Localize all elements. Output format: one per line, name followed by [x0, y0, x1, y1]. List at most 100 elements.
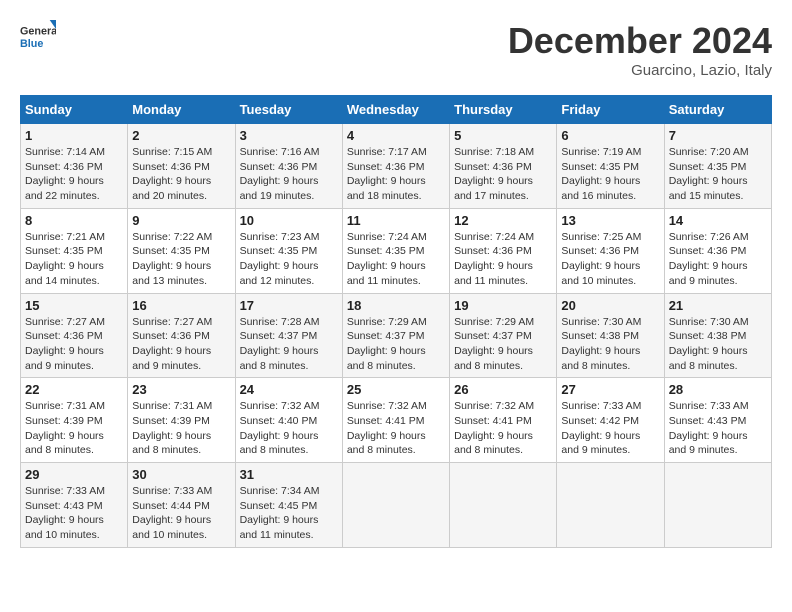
day-number: 22 — [25, 382, 123, 397]
day-number: 17 — [240, 298, 338, 313]
day-info: Sunrise: 7:17 AM Sunset: 4:36 PM Dayligh… — [347, 145, 445, 204]
sunset-label: Sunset: 4:40 PM — [240, 415, 318, 427]
day-info: Sunrise: 7:16 AM Sunset: 4:36 PM Dayligh… — [240, 145, 338, 204]
day-number: 6 — [561, 128, 659, 143]
calendar-day-cell — [342, 463, 449, 548]
day-number: 15 — [25, 298, 123, 313]
day-info: Sunrise: 7:22 AM Sunset: 4:35 PM Dayligh… — [132, 230, 230, 289]
sunrise-label: Sunrise: 7:27 AM — [132, 316, 212, 328]
daylight-label: Daylight: 9 hours and 19 minutes. — [240, 175, 319, 202]
sunrise-label: Sunrise: 7:32 AM — [240, 400, 320, 412]
daylight-label: Daylight: 9 hours and 10 minutes. — [25, 514, 104, 541]
sunset-label: Sunset: 4:36 PM — [132, 330, 210, 342]
calendar-day-cell: 27 Sunrise: 7:33 AM Sunset: 4:42 PM Dayl… — [557, 378, 664, 463]
day-number: 23 — [132, 382, 230, 397]
calendar-day-cell: 13 Sunrise: 7:25 AM Sunset: 4:36 PM Dayl… — [557, 208, 664, 293]
location: Guarcino, Lazio, Italy — [508, 62, 772, 79]
day-number: 7 — [669, 128, 767, 143]
day-number: 9 — [132, 213, 230, 228]
calendar-week-row: 22 Sunrise: 7:31 AM Sunset: 4:39 PM Dayl… — [21, 378, 772, 463]
day-number: 26 — [454, 382, 552, 397]
sunset-label: Sunset: 4:36 PM — [347, 161, 425, 173]
weekday-header: Saturday — [664, 96, 771, 124]
day-number: 13 — [561, 213, 659, 228]
sunrise-label: Sunrise: 7:29 AM — [454, 316, 534, 328]
sunrise-label: Sunrise: 7:30 AM — [669, 316, 749, 328]
sunset-label: Sunset: 4:38 PM — [669, 330, 747, 342]
sunset-label: Sunset: 4:36 PM — [454, 161, 532, 173]
day-info: Sunrise: 7:14 AM Sunset: 4:36 PM Dayligh… — [25, 145, 123, 204]
day-number: 28 — [669, 382, 767, 397]
day-info: Sunrise: 7:27 AM Sunset: 4:36 PM Dayligh… — [25, 315, 123, 374]
day-info: Sunrise: 7:33 AM Sunset: 4:43 PM Dayligh… — [25, 484, 123, 543]
calendar-day-cell: 14 Sunrise: 7:26 AM Sunset: 4:36 PM Dayl… — [664, 208, 771, 293]
sunrise-label: Sunrise: 7:33 AM — [132, 485, 212, 497]
day-info: Sunrise: 7:21 AM Sunset: 4:35 PM Dayligh… — [25, 230, 123, 289]
sunset-label: Sunset: 4:38 PM — [561, 330, 639, 342]
daylight-label: Daylight: 9 hours and 9 minutes. — [561, 430, 640, 457]
daylight-label: Daylight: 9 hours and 14 minutes. — [25, 260, 104, 287]
calendar-day-cell: 5 Sunrise: 7:18 AM Sunset: 4:36 PM Dayli… — [450, 124, 557, 209]
sunset-label: Sunset: 4:42 PM — [561, 415, 639, 427]
calendar-day-cell — [450, 463, 557, 548]
daylight-label: Daylight: 9 hours and 8 minutes. — [240, 430, 319, 457]
sunrise-label: Sunrise: 7:28 AM — [240, 316, 320, 328]
weekday-header: Friday — [557, 96, 664, 124]
day-info: Sunrise: 7:31 AM Sunset: 4:39 PM Dayligh… — [25, 399, 123, 458]
calendar-day-cell: 9 Sunrise: 7:22 AM Sunset: 4:35 PM Dayli… — [128, 208, 235, 293]
calendar-day-cell: 11 Sunrise: 7:24 AM Sunset: 4:35 PM Dayl… — [342, 208, 449, 293]
sunset-label: Sunset: 4:36 PM — [240, 161, 318, 173]
calendar-day-cell — [664, 463, 771, 548]
calendar-day-cell: 21 Sunrise: 7:30 AM Sunset: 4:38 PM Dayl… — [664, 293, 771, 378]
day-number: 27 — [561, 382, 659, 397]
sunset-label: Sunset: 4:41 PM — [454, 415, 532, 427]
sunrise-label: Sunrise: 7:34 AM — [240, 485, 320, 497]
day-number: 4 — [347, 128, 445, 143]
day-number: 11 — [347, 213, 445, 228]
daylight-label: Daylight: 9 hours and 18 minutes. — [347, 175, 426, 202]
calendar-day-cell: 29 Sunrise: 7:33 AM Sunset: 4:43 PM Dayl… — [21, 463, 128, 548]
daylight-label: Daylight: 9 hours and 8 minutes. — [454, 345, 533, 372]
day-number: 19 — [454, 298, 552, 313]
sunset-label: Sunset: 4:35 PM — [561, 161, 639, 173]
daylight-label: Daylight: 9 hours and 8 minutes. — [132, 430, 211, 457]
sunrise-label: Sunrise: 7:15 AM — [132, 146, 212, 158]
sunset-label: Sunset: 4:35 PM — [25, 245, 103, 257]
sunset-label: Sunset: 4:36 PM — [561, 245, 639, 257]
weekday-header: Wednesday — [342, 96, 449, 124]
day-info: Sunrise: 7:32 AM Sunset: 4:40 PM Dayligh… — [240, 399, 338, 458]
day-number: 29 — [25, 467, 123, 482]
calendar-day-cell: 6 Sunrise: 7:19 AM Sunset: 4:35 PM Dayli… — [557, 124, 664, 209]
sunrise-label: Sunrise: 7:16 AM — [240, 146, 320, 158]
calendar-day-cell: 4 Sunrise: 7:17 AM Sunset: 4:36 PM Dayli… — [342, 124, 449, 209]
daylight-label: Daylight: 9 hours and 9 minutes. — [669, 260, 748, 287]
daylight-label: Daylight: 9 hours and 9 minutes. — [25, 345, 104, 372]
day-info: Sunrise: 7:24 AM Sunset: 4:36 PM Dayligh… — [454, 230, 552, 289]
calendar-week-row: 8 Sunrise: 7:21 AM Sunset: 4:35 PM Dayli… — [21, 208, 772, 293]
sunrise-label: Sunrise: 7:33 AM — [25, 485, 105, 497]
day-info: Sunrise: 7:30 AM Sunset: 4:38 PM Dayligh… — [561, 315, 659, 374]
page-header: General Blue General Blue December 2024 … — [20, 20, 772, 79]
day-info: Sunrise: 7:23 AM Sunset: 4:35 PM Dayligh… — [240, 230, 338, 289]
day-number: 24 — [240, 382, 338, 397]
calendar-day-cell: 8 Sunrise: 7:21 AM Sunset: 4:35 PM Dayli… — [21, 208, 128, 293]
weekday-header: Tuesday — [235, 96, 342, 124]
calendar-day-cell: 30 Sunrise: 7:33 AM Sunset: 4:44 PM Dayl… — [128, 463, 235, 548]
daylight-label: Daylight: 9 hours and 17 minutes. — [454, 175, 533, 202]
sunset-label: Sunset: 4:43 PM — [25, 500, 103, 512]
day-number: 20 — [561, 298, 659, 313]
day-info: Sunrise: 7:32 AM Sunset: 4:41 PM Dayligh… — [347, 399, 445, 458]
sunrise-label: Sunrise: 7:33 AM — [561, 400, 641, 412]
day-number: 5 — [454, 128, 552, 143]
daylight-label: Daylight: 9 hours and 8 minutes. — [669, 345, 748, 372]
sunset-label: Sunset: 4:45 PM — [240, 500, 318, 512]
weekday-header-row: SundayMondayTuesdayWednesdayThursdayFrid… — [21, 96, 772, 124]
sunrise-label: Sunrise: 7:20 AM — [669, 146, 749, 158]
day-number: 25 — [347, 382, 445, 397]
day-info: Sunrise: 7:33 AM Sunset: 4:44 PM Dayligh… — [132, 484, 230, 543]
day-info: Sunrise: 7:29 AM Sunset: 4:37 PM Dayligh… — [454, 315, 552, 374]
calendar-table: SundayMondayTuesdayWednesdayThursdayFrid… — [20, 95, 772, 548]
day-number: 12 — [454, 213, 552, 228]
day-info: Sunrise: 7:19 AM Sunset: 4:35 PM Dayligh… — [561, 145, 659, 204]
daylight-label: Daylight: 9 hours and 11 minutes. — [240, 514, 319, 541]
